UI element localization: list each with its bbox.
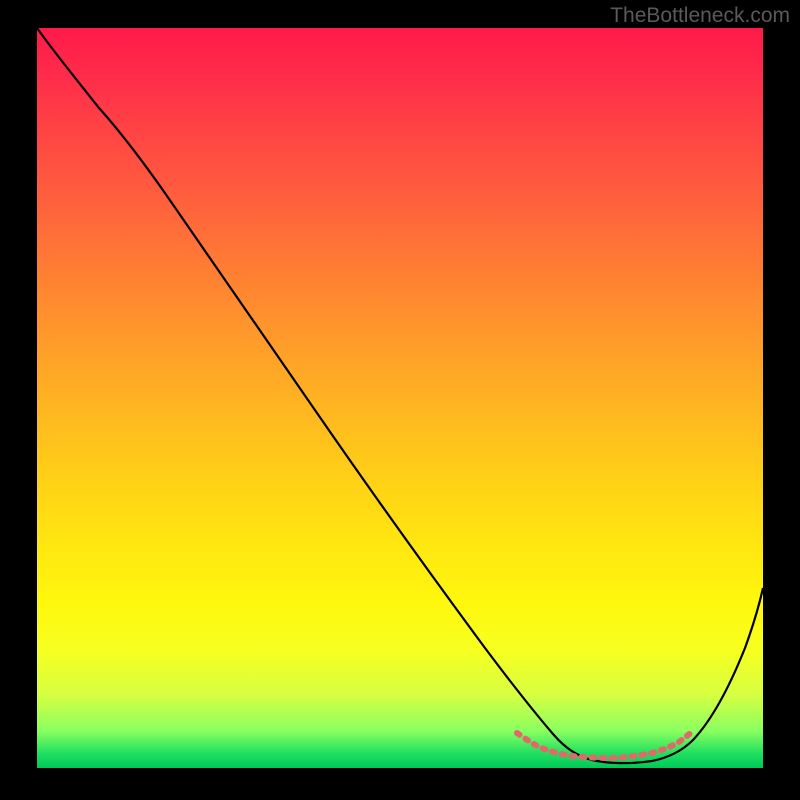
chart-plot-area bbox=[37, 28, 763, 768]
bottleneck-curve-path bbox=[37, 28, 763, 763]
watermark-text: TheBottleneck.com bbox=[610, 4, 790, 28]
optimal-band-path bbox=[517, 731, 693, 758]
chart-svg bbox=[37, 28, 763, 768]
